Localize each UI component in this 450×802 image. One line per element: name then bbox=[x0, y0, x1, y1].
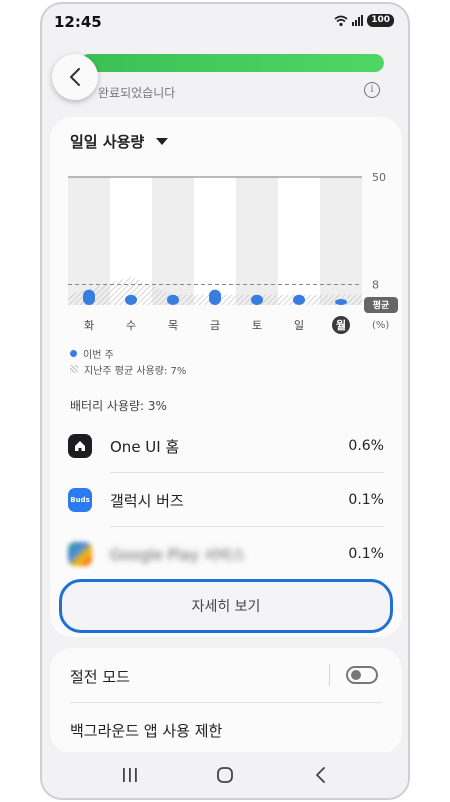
app-row-google-play-services[interactable]: Google Play 서비스 0.1% bbox=[68, 527, 384, 581]
google-play-icon bbox=[68, 542, 92, 566]
recent-apps-icon bbox=[122, 768, 137, 782]
day-label[interactable]: 화 bbox=[84, 319, 94, 332]
app-usage-percent: 0.6% bbox=[348, 438, 384, 454]
status-icons: 100 bbox=[334, 14, 394, 27]
day-label[interactable]: 월 bbox=[336, 318, 346, 332]
legend-this-week: 이번 주 bbox=[70, 345, 186, 361]
chart-column-bg bbox=[278, 177, 320, 305]
chart-column-bg bbox=[236, 177, 278, 305]
app-row-galaxy-buds[interactable]: Buds 갤럭시 버즈 0.1% bbox=[68, 473, 384, 527]
legend-last-week: 지난주 평균 사용량: 7% bbox=[70, 361, 186, 377]
legend-this-week-label: 이번 주 bbox=[83, 349, 114, 361]
buds-icon-text: Buds bbox=[70, 496, 90, 504]
app-usage-percent: 0.1% bbox=[348, 492, 384, 508]
status-bar: 12:45 100 bbox=[42, 4, 408, 40]
navigation-bar bbox=[42, 752, 408, 798]
signal-icon bbox=[352, 15, 364, 26]
back-button[interactable] bbox=[52, 54, 98, 100]
day-label[interactable]: 토 bbox=[252, 319, 262, 332]
battery-icon: 100 bbox=[367, 14, 394, 27]
complete-message: 완료되었습니다 bbox=[98, 86, 176, 100]
usage-bar[interactable] bbox=[125, 294, 137, 305]
recent-apps-button[interactable] bbox=[115, 760, 145, 790]
progress-fill bbox=[80, 54, 384, 72]
progress-bar bbox=[80, 54, 384, 72]
usage-bar[interactable] bbox=[293, 294, 305, 305]
divider bbox=[70, 702, 382, 703]
background-limit-row[interactable]: 백그라운드 앱 사용 제한 bbox=[70, 704, 382, 756]
app-name: Google Play 서비스 bbox=[110, 545, 246, 564]
back-nav-button[interactable] bbox=[305, 760, 335, 790]
settings-card: 절전 모드 백그라운드 앱 사용 제한 bbox=[50, 648, 402, 754]
chart-legend: 이번 주 지난주 평균 사용량: 7% bbox=[70, 345, 186, 377]
status-time: 12:45 bbox=[54, 13, 102, 31]
app-usage-percent: 0.1% bbox=[348, 546, 384, 562]
day-label[interactable]: 일 bbox=[294, 318, 304, 332]
chart-column-bg bbox=[320, 177, 362, 305]
battery-usage-title: 배터리 사용량: 3% bbox=[70, 399, 167, 413]
y-axis-top-label: 50 bbox=[372, 171, 386, 184]
home-nav-icon bbox=[217, 767, 233, 783]
chart-column-bg bbox=[152, 177, 194, 305]
power-saving-label: 절전 모드 bbox=[70, 667, 130, 686]
usage-bar[interactable] bbox=[209, 289, 221, 305]
usage-bar[interactable] bbox=[83, 289, 95, 305]
legend-last-week-label: 지난주 평균 사용량: 7% bbox=[84, 365, 187, 377]
legend-hatch-icon bbox=[70, 365, 78, 373]
y-axis-unit: (%) bbox=[372, 320, 389, 331]
wifi-icon bbox=[334, 15, 348, 26]
usage-bar[interactable] bbox=[167, 294, 179, 305]
day-label[interactable]: 금 bbox=[210, 319, 220, 332]
home-icon bbox=[68, 434, 92, 458]
toggle-separator bbox=[329, 664, 330, 686]
day-label[interactable]: 수 bbox=[126, 319, 136, 332]
app-name: One UI 홈 bbox=[110, 437, 180, 456]
app-row-one-ui-home[interactable]: One UI 홈 0.6% bbox=[68, 419, 384, 473]
average-badge-label: 평균 bbox=[373, 299, 390, 311]
usage-chart: 50 8 평균 화 수 목 금 토 일 월 (%) bbox=[68, 171, 398, 334]
buds-icon: Buds bbox=[68, 488, 92, 512]
view-details-button[interactable]: 자세히 보기 bbox=[59, 579, 393, 633]
phone-frame: 12:45 100 완료되었습니다 i 일일 사용량 50 8 평균 화 수 목… bbox=[40, 2, 410, 800]
power-saving-row[interactable]: 절전 모드 bbox=[70, 650, 382, 702]
legend-dot-icon bbox=[70, 349, 77, 357]
y-axis-average-value: 8 bbox=[372, 279, 379, 292]
toggle-knob bbox=[351, 670, 361, 680]
day-label[interactable]: 목 bbox=[168, 319, 178, 332]
usage-bar[interactable] bbox=[335, 299, 347, 305]
power-saving-toggle[interactable] bbox=[346, 666, 378, 684]
daily-usage-dropdown[interactable]: 일일 사용량 bbox=[70, 131, 169, 152]
home-button[interactable] bbox=[210, 760, 240, 790]
daily-usage-card: 일일 사용량 50 8 평균 화 수 목 금 토 일 월 (%) 이번 주 지난주 평균 사… bbox=[50, 117, 402, 637]
daily-usage-title: 일일 사용량 bbox=[70, 133, 145, 151]
chevron-left-icon bbox=[70, 68, 80, 86]
info-icon[interactable]: i bbox=[364, 82, 380, 98]
usage-bar[interactable] bbox=[251, 294, 263, 305]
dropdown-arrow-icon bbox=[156, 138, 169, 145]
background-limit-label: 백그라운드 앱 사용 제한 bbox=[70, 721, 223, 740]
chart-column-bg bbox=[194, 177, 236, 305]
back-nav-icon bbox=[316, 767, 326, 783]
app-name: 갤럭시 버즈 bbox=[110, 491, 184, 510]
